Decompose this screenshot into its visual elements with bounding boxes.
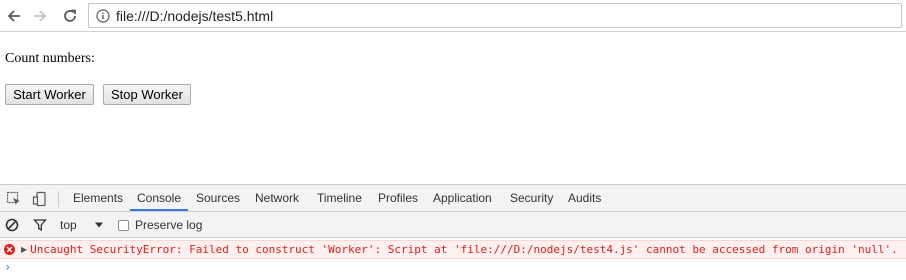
tab-network[interactable]: Network — [255, 185, 299, 211]
console-filter-bar: top Preserve log — [0, 212, 906, 238]
expand-triangle-icon[interactable]: ▶ — [21, 245, 27, 254]
address-bar[interactable]: file:///D:/nodejs/test5.html — [88, 3, 902, 28]
error-icon — [4, 244, 15, 255]
inspect-element-icon[interactable] — [5, 190, 23, 208]
tab-profiles[interactable]: Profiles — [378, 185, 418, 211]
preserve-log-label: Preserve log — [135, 218, 203, 232]
back-arrow-icon[interactable] — [4, 6, 24, 26]
stop-worker-button[interactable]: Stop Worker — [103, 84, 191, 105]
info-icon[interactable] — [96, 8, 110, 23]
start-worker-button[interactable]: Start Worker — [5, 84, 94, 105]
tab-audits[interactable]: Audits — [568, 185, 601, 211]
toolbar-divider — [58, 191, 59, 207]
tab-sources[interactable]: Sources — [196, 185, 240, 211]
console-prompt-icon[interactable]: › — [4, 260, 11, 276]
count-label: Count numbers: — [5, 51, 95, 66]
context-selector[interactable]: top — [60, 216, 77, 234]
devtools-panel: Elements Console Sources Network Timelin… — [0, 184, 906, 280]
console-error-message: ▶ Uncaught SecurityError: Failed to cons… — [0, 240, 906, 259]
filter-icon[interactable] — [33, 216, 47, 234]
chevron-down-icon[interactable] — [94, 216, 104, 234]
tab-application[interactable]: Application — [433, 185, 492, 211]
reload-icon[interactable] — [60, 6, 80, 26]
devtools-tabbar: Elements Console Sources Network Timelin… — [0, 185, 906, 212]
checkbox-icon[interactable] — [118, 219, 129, 231]
url-text[interactable]: file:///D:/nodejs/test5.html — [116, 8, 273, 24]
tab-timeline[interactable]: Timeline — [317, 185, 362, 211]
preserve-log-checkbox[interactable]: Preserve log — [118, 216, 202, 234]
tab-elements[interactable]: Elements — [73, 185, 123, 211]
tab-security[interactable]: Security — [510, 185, 553, 211]
device-toolbar-icon[interactable] — [31, 190, 49, 208]
page-content: Count numbers: Start Worker Stop Worker — [0, 33, 906, 184]
forward-arrow-icon[interactable] — [30, 6, 50, 26]
tab-console[interactable]: Console — [130, 185, 188, 211]
browser-toolbar: file:///D:/nodejs/test5.html — [0, 0, 906, 32]
clear-console-icon[interactable] — [5, 216, 19, 234]
error-text: Uncaught SecurityError: Failed to constr… — [30, 243, 898, 256]
